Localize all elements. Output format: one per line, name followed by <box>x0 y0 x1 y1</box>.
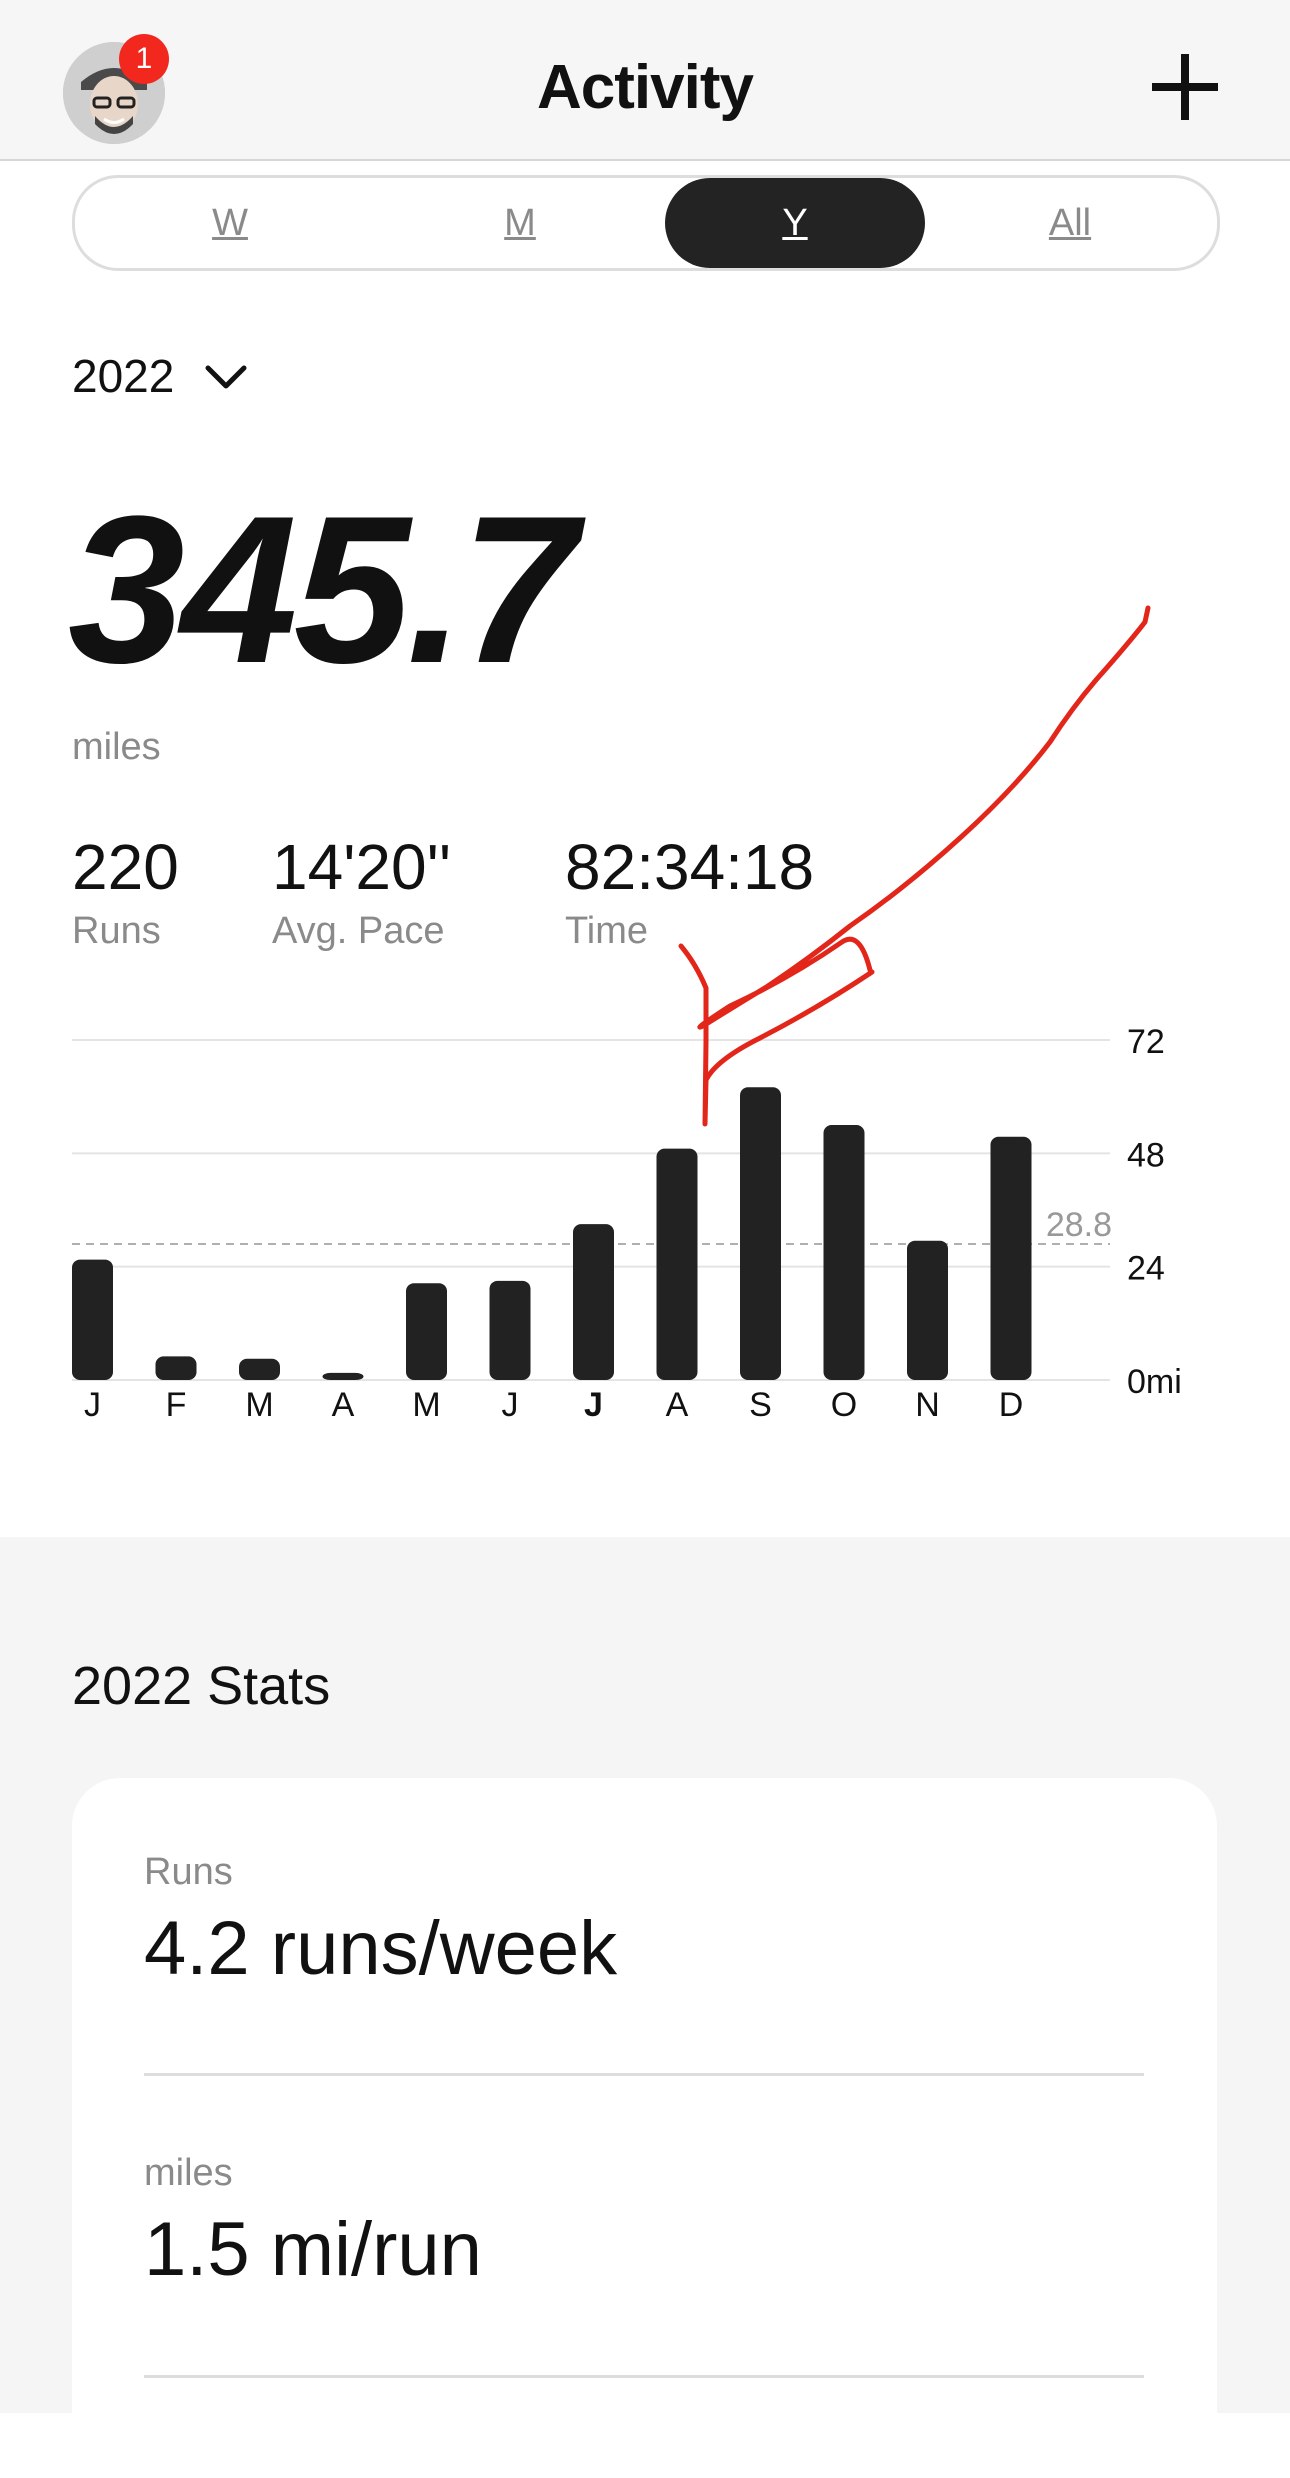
stat-card-runs-label: Runs <box>144 1851 233 1893</box>
chart-x-tick-label: A <box>332 1386 355 1424</box>
chart-x-tick-label: J <box>502 1386 519 1424</box>
tab-year[interactable]: Y <box>665 178 925 268</box>
stats-card-divider <box>144 2375 1144 2378</box>
chart-y-tick-label: 24 <box>1127 1250 1165 1288</box>
total-distance: 345.7 <box>68 472 578 707</box>
stat-runs-label: Runs <box>72 910 161 952</box>
stats-card: Runs 4.2 runs/week miles 1.5 mi/run <box>72 1778 1217 2478</box>
chart-x-tick-label: A <box>666 1386 689 1424</box>
chart-bar <box>406 1283 447 1380</box>
chart-average-label: 28.8 <box>1046 1206 1112 1244</box>
stat-time: 82:34:18 Time <box>565 832 814 954</box>
tab-month[interactable]: M <box>405 178 635 268</box>
stats-card-divider <box>144 2073 1144 2076</box>
stat-card-miles-label: miles <box>144 2152 233 2194</box>
chart-x-tick-label: M <box>245 1386 273 1424</box>
chart-x-tick-label: O <box>831 1386 857 1424</box>
chart-bar <box>239 1358 280 1380</box>
chart-bar <box>823 1125 865 1380</box>
chart-bar <box>322 1372 364 1380</box>
tab-all[interactable]: All <box>955 178 1185 268</box>
chart-bar <box>656 1148 698 1380</box>
tab-week[interactable]: W <box>115 178 345 268</box>
stat-card-runs: Runs 4.2 runs/week <box>144 1851 617 1994</box>
stats-section-title: 2022 Stats <box>72 1656 331 1716</box>
top-bar: 1 Activity <box>0 0 1290 161</box>
year-selector-value: 2022 <box>72 350 175 402</box>
chart-x-tick-label: N <box>915 1386 940 1424</box>
chart-bar <box>155 1356 197 1380</box>
stat-runs: 220 Runs <box>72 832 179 954</box>
add-button[interactable] <box>1150 52 1220 122</box>
chart-bar <box>72 1259 113 1380</box>
stat-avg-pace-value: 14'20'' <box>272 831 452 903</box>
chart-x-tick-label: F <box>166 1386 187 1424</box>
period-segmented-control: W M Y All <box>72 175 1220 271</box>
chart-y-tick-label: 48 <box>1127 1136 1165 1174</box>
chart-bar <box>907 1240 948 1380</box>
chart-y-tick-label: 72 <box>1127 1023 1165 1061</box>
chevron-down-icon <box>205 365 247 389</box>
stat-avg-pace: 14'20'' Avg. Pace <box>272 832 451 954</box>
chart-x-tick-label: J <box>584 1386 603 1424</box>
chart-bar <box>990 1136 1032 1380</box>
chart-x-tick-label: J <box>84 1386 101 1424</box>
plus-icon <box>1152 54 1218 120</box>
stat-avg-pace-label: Avg. Pace <box>272 910 445 952</box>
page-title: Activity <box>537 53 754 122</box>
chart-x-tick-label: S <box>749 1386 772 1424</box>
chart-bar <box>489 1280 531 1380</box>
stat-card-miles-value: 1.5 mi/run <box>144 2207 482 2292</box>
stat-time-label: Time <box>565 910 649 952</box>
chart-bar <box>740 1087 781 1380</box>
chart-bar <box>573 1224 614 1380</box>
stat-card-runs-value: 4.2 runs/week <box>144 1906 618 1991</box>
stat-card-miles: miles 1.5 mi/run <box>144 2152 482 2295</box>
stat-runs-value: 220 <box>72 831 179 903</box>
monthly-distance-chart: 72 48 24 0mi 28.8 J F M A M J J A S O N D <box>72 1023 1182 1424</box>
year-selector[interactable]: 2022 <box>72 346 247 406</box>
distance-units: miles <box>72 726 161 768</box>
chart-y-tick-label: 0mi <box>1127 1363 1182 1401</box>
stat-time-value: 82:34:18 <box>565 831 815 903</box>
chart-x-tick-label: M <box>412 1386 440 1424</box>
chart-x-tick-label: D <box>999 1386 1024 1424</box>
